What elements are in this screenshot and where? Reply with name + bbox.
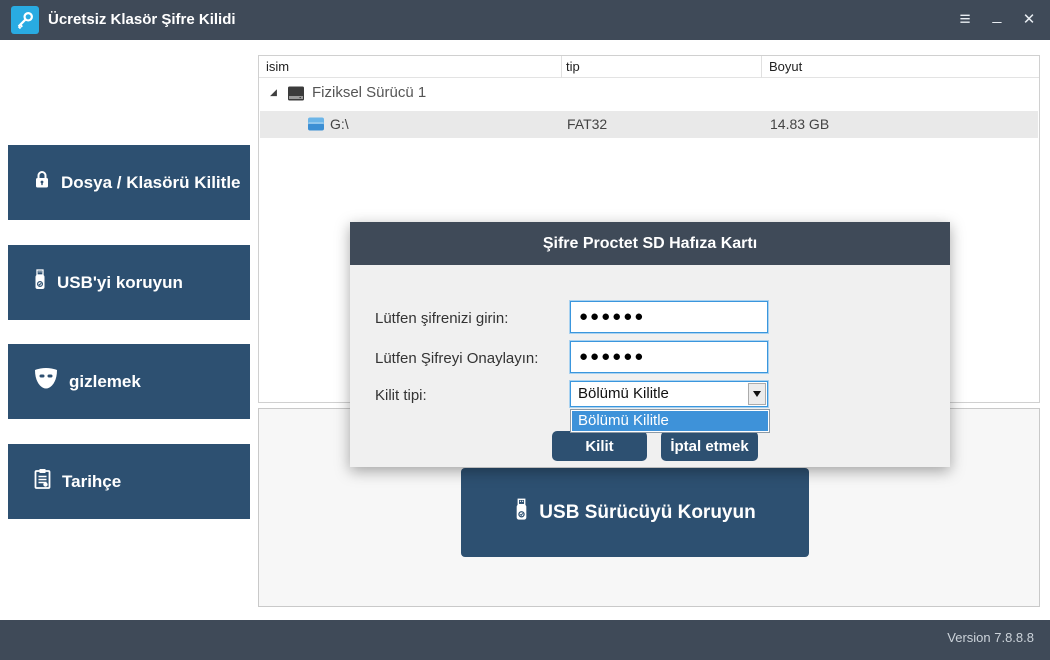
chevron-down-icon[interactable] <box>748 383 766 405</box>
drive-table-header: isim tip Boyut <box>259 56 1039 78</box>
partition-name: G:\ <box>330 116 349 132</box>
cancel-button[interactable]: İptal etmek <box>661 431 758 461</box>
window-title: Ücretsiz Klasör Şifre Kilidi <box>48 0 236 40</box>
app-window: Ücretsiz Klasör Şifre Kilidi ≡ _ ✕ Dosya… <box>0 0 1050 660</box>
sidebar-item-lock-files[interactable]: Dosya / Klasörü Kilitle <box>8 145 250 220</box>
lock-type-select[interactable]: Bölümü Kilitle <box>570 381 768 407</box>
tree-expand-icon[interactable]: ◢ <box>270 87 277 98</box>
confirm-password-label: Lütfen Şifreyi Onaylayın: <box>375 350 538 367</box>
sidebar-item-label: Dosya / Klasörü Kilitle <box>61 173 241 193</box>
app-key-icon <box>11 6 39 34</box>
sidebar-item-label: Tarihçe <box>62 472 121 492</box>
protect-usb-drive-label: USB Sürücüyü Koruyun <box>539 502 755 524</box>
lock-type-selected-value: Bölümü Kilitle <box>578 385 669 402</box>
clipboard-icon <box>33 468 52 495</box>
statusbar: Version 7.8.8.8 <box>0 620 1050 660</box>
confirm-password-input[interactable]: ●●●●●● <box>570 341 768 373</box>
column-divider <box>561 56 562 78</box>
dialog-title: Şifre Proctet SD Hafıza Kartı <box>350 222 950 265</box>
lock-type-label: Kilit tipi: <box>375 387 427 404</box>
mask-icon <box>33 367 59 396</box>
lock-button[interactable]: Kilit <box>552 431 647 461</box>
table-row-physical-drive[interactable]: ◢ Fiziksel Sürücü 1 <box>260 80 1038 108</box>
dropdown-option-lock-partition[interactable]: Bölümü Kilitle <box>572 411 768 431</box>
sidebar-item-hide[interactable]: gizlemek <box>8 344 250 419</box>
usb-icon <box>514 498 529 528</box>
sidebar-item-protect-usb[interactable]: USB'yi koruyun <box>8 245 250 320</box>
column-divider <box>761 56 762 78</box>
column-header-type[interactable]: tip <box>566 59 580 74</box>
partition-type: FAT32 <box>567 116 607 132</box>
minimize-icon[interactable]: _ <box>984 6 1010 34</box>
column-header-name[interactable]: isim <box>266 59 289 74</box>
sidebar-item-label: USB'yi koruyun <box>57 273 183 293</box>
usb-icon <box>33 269 47 296</box>
menu-icon[interactable]: ≡ <box>952 6 978 34</box>
password-label: Lütfen şifrenizi girin: <box>375 310 508 327</box>
lock-icon <box>33 170 51 195</box>
column-header-size[interactable]: Boyut <box>769 59 802 74</box>
titlebar: Ücretsiz Klasör Şifre Kilidi ≡ _ ✕ <box>0 0 1050 40</box>
password-input[interactable]: ●●●●●● <box>570 301 768 333</box>
lock-type-dropdown-list: Bölümü Kilitle <box>570 409 770 433</box>
sidebar-item-label: gizlemek <box>69 372 141 392</box>
drive-name: Fiziksel Sürücü 1 <box>312 84 426 101</box>
partition-icon <box>307 117 325 134</box>
hard-drive-icon <box>287 85 305 106</box>
partition-size: 14.83 GB <box>770 116 829 132</box>
table-row-partition-g[interactable]: G:\ FAT32 14.83 GB <box>260 111 1038 138</box>
window-controls: ≡ _ ✕ <box>952 0 1042 40</box>
close-icon[interactable]: ✕ <box>1016 6 1042 34</box>
protect-usb-drive-button[interactable]: USB Sürücüyü Koruyun <box>461 468 809 557</box>
version-label: Version 7.8.8.8 <box>947 630 1034 645</box>
sidebar-item-history[interactable]: Tarihçe <box>8 444 250 519</box>
password-dialog: Şifre Proctet SD Hafıza Kartı Lütfen şif… <box>350 222 950 467</box>
